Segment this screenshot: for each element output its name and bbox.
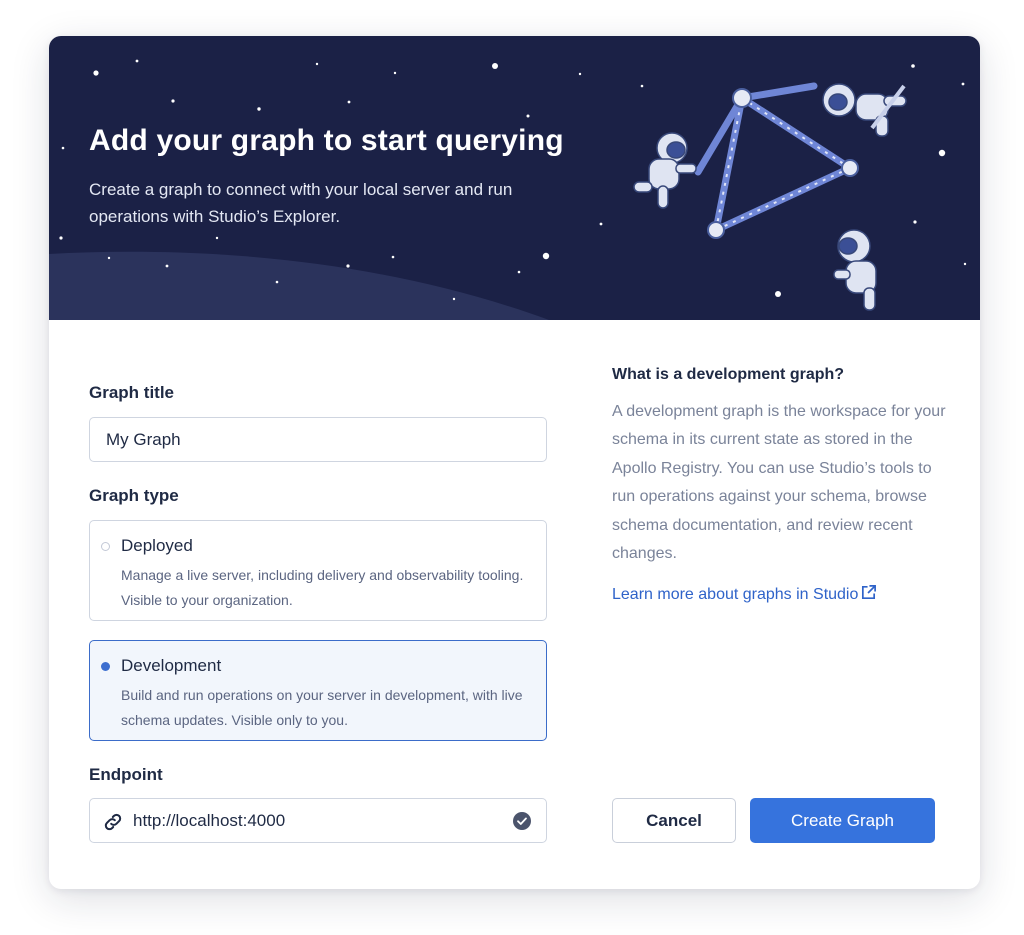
option-title: Development [121,656,222,675]
create-graph-dialog: Add your graph to start querying Create … [49,36,980,889]
create-graph-button[interactable]: Create Graph [750,798,935,843]
side-description: A development graph is the workspace for… [612,403,946,563]
link-icon [104,813,122,831]
hero-banner: Add your graph to start querying Create … [49,36,980,320]
graph-type-option-development[interactable]: Development Build and run operations on … [89,640,547,741]
option-description: Build and run operations on your server … [121,687,523,728]
external-link-icon [862,585,877,600]
check-circle-icon [513,812,531,830]
graph-title-field-wrapper [89,417,547,462]
radio-deployed[interactable] [101,542,110,551]
learn-more-link[interactable]: Learn more about graphs in Studio [612,584,877,604]
side-heading: What is a development graph? [612,366,845,383]
graph-type-label: Graph type [89,486,179,505]
graph-type-option-deployed[interactable]: Deployed Manage a live server, including… [89,520,547,621]
astronaut-bottom [833,229,877,311]
radio-development[interactable] [101,662,110,671]
endpoint-input[interactable] [90,799,546,842]
graph-title-label: Graph title [89,383,175,402]
astronaut-left [633,132,697,209]
option-title: Deployed [121,536,193,555]
banner-subtitle: Create a graph to connect with your loca… [89,180,513,226]
cancel-button[interactable]: Cancel [612,798,736,843]
learn-more-link-label: Learn more about graphs in Studio [612,586,859,603]
astronaut-top [822,83,907,137]
endpoint-label: Endpoint [89,765,163,784]
graph-title-input[interactable] [90,418,546,461]
astronauts-graph-illustration [633,82,907,311]
endpoint-field-wrapper [89,798,547,843]
option-description: Manage a live server, including delivery… [121,567,524,608]
banner-title: Add your graph to start querying [89,124,564,157]
